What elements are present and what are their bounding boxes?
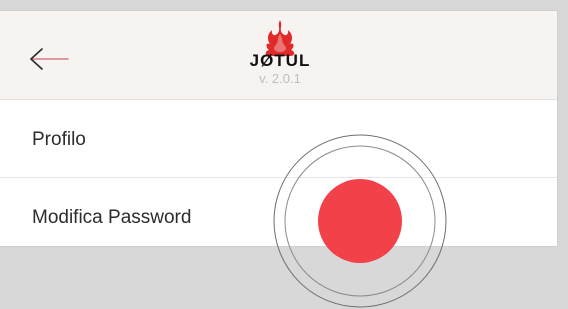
settings-menu: Profilo Modifica Password <box>0 100 557 256</box>
back-arrow-button[interactable] <box>28 45 72 73</box>
menu-item-label: Profilo <box>32 129 86 150</box>
app-screen: JØTUL v. 2.0.1 Profilo Modifica Password <box>0 0 568 308</box>
app-header: JØTUL v. 2.0.1 <box>0 11 557 100</box>
brand-name: JØTUL <box>249 51 311 70</box>
menu-item-modifica-password[interactable]: Modifica Password <box>0 178 557 256</box>
back-arrow-icon <box>30 48 69 70</box>
menu-item-profilo[interactable]: Profilo <box>0 100 557 178</box>
app-version: v. 2.0.1 <box>259 71 301 86</box>
menu-item-label: Modifica Password <box>32 207 192 228</box>
settings-panel: JØTUL v. 2.0.1 Profilo Modifica Password <box>0 11 557 246</box>
